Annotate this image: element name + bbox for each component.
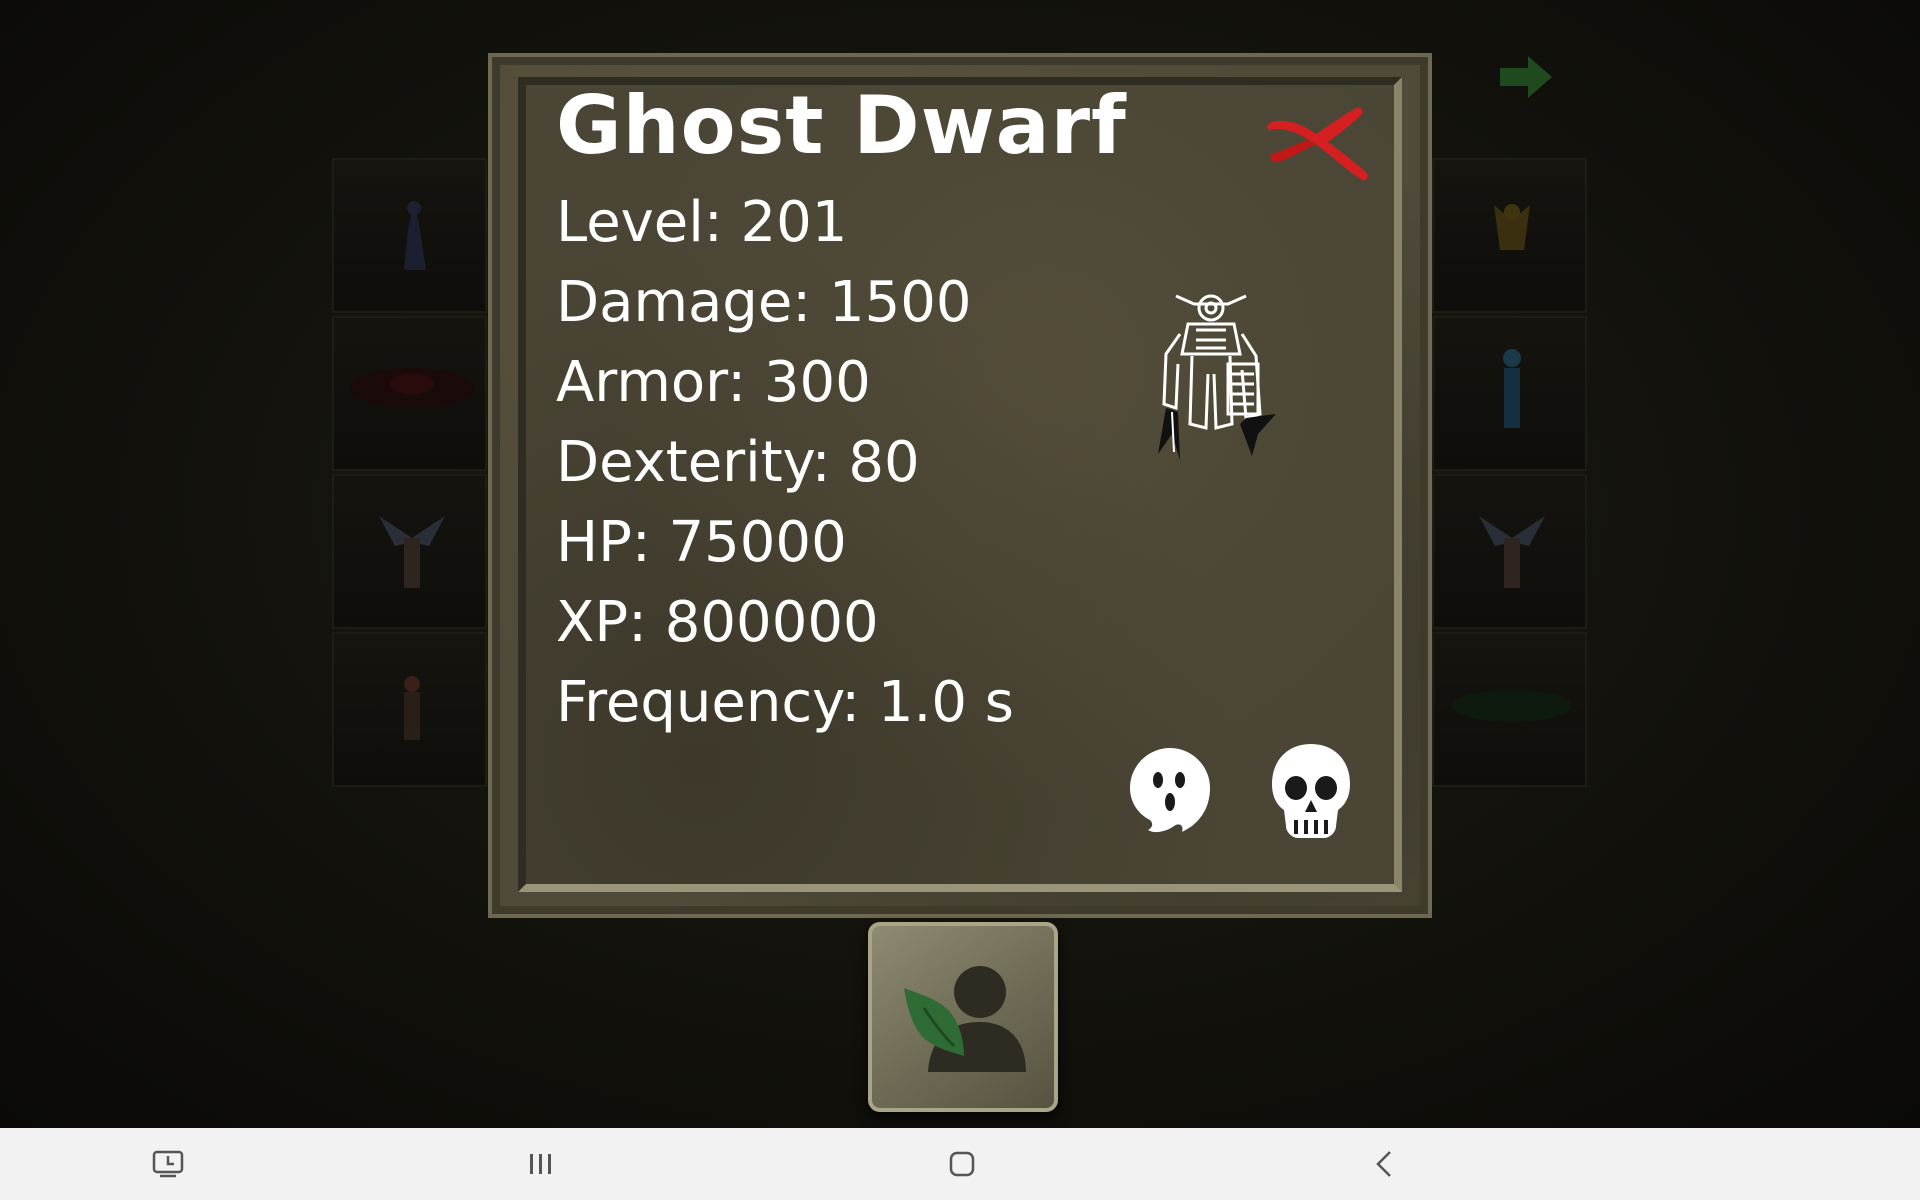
screenshot-icon	[152, 1150, 184, 1178]
monster-thumbnail-icon	[1494, 204, 1530, 250]
recent-apps-button[interactable]	[510, 1140, 570, 1188]
monster-thumbnail-icon	[1503, 349, 1521, 428]
monster-thumbnail-icon	[379, 516, 445, 588]
roster-slot[interactable]	[1432, 158, 1587, 313]
monster-name: Ghost Dwarf	[556, 79, 1127, 172]
roster-slot[interactable]	[1432, 474, 1587, 629]
monster-thumbnail-icon	[1452, 690, 1572, 722]
stat-damage: Damage: 1500	[556, 270, 972, 335]
stat-armor: Armor: 300	[556, 350, 871, 415]
stat-dexterity: Dexterity: 80	[556, 430, 920, 495]
home-button[interactable]	[932, 1140, 992, 1188]
roster-slot[interactable]	[332, 158, 487, 313]
monster-thumbnail-icon	[1479, 516, 1545, 588]
back-button[interactable]	[1354, 1140, 1414, 1188]
stat-frequency: Frequency: 1.0 s	[556, 670, 1014, 735]
monster-thumbnail-icon	[404, 200, 426, 270]
skull-icon	[1270, 742, 1352, 840]
home-icon	[949, 1151, 975, 1177]
roster-slot[interactable]	[332, 316, 487, 471]
character-button[interactable]	[868, 922, 1058, 1112]
next-arrow-icon[interactable]	[1496, 52, 1556, 102]
close-button[interactable]	[1262, 100, 1374, 190]
roster-slot[interactable]	[332, 474, 487, 629]
monster-portrait	[1136, 284, 1286, 474]
close-x-icon	[1267, 107, 1368, 181]
screenshot-button[interactable]	[138, 1140, 198, 1188]
ghost-dwarf-sprite-icon	[1158, 294, 1276, 460]
roster-slot[interactable]	[1432, 316, 1587, 471]
roster-slot[interactable]	[1432, 632, 1587, 787]
stat-xp: XP: 800000	[556, 590, 879, 655]
monster-thumbnail-icon	[350, 368, 474, 408]
character-profile-icon	[904, 966, 1026, 1072]
ghost-icon	[1126, 744, 1216, 839]
recent-apps-icon	[530, 1154, 551, 1174]
roster-slot[interactable]	[332, 632, 487, 787]
monster-thumbnail-icon	[404, 676, 420, 740]
back-icon	[1376, 1151, 1391, 1177]
stat-hp: HP: 75000	[556, 510, 847, 575]
game-screen: Ghost Dwarf Level: 201 Damage: 1500 Armo…	[0, 0, 1920, 1200]
stat-level: Level: 201	[556, 190, 848, 255]
system-nav-bar	[0, 1128, 1920, 1200]
